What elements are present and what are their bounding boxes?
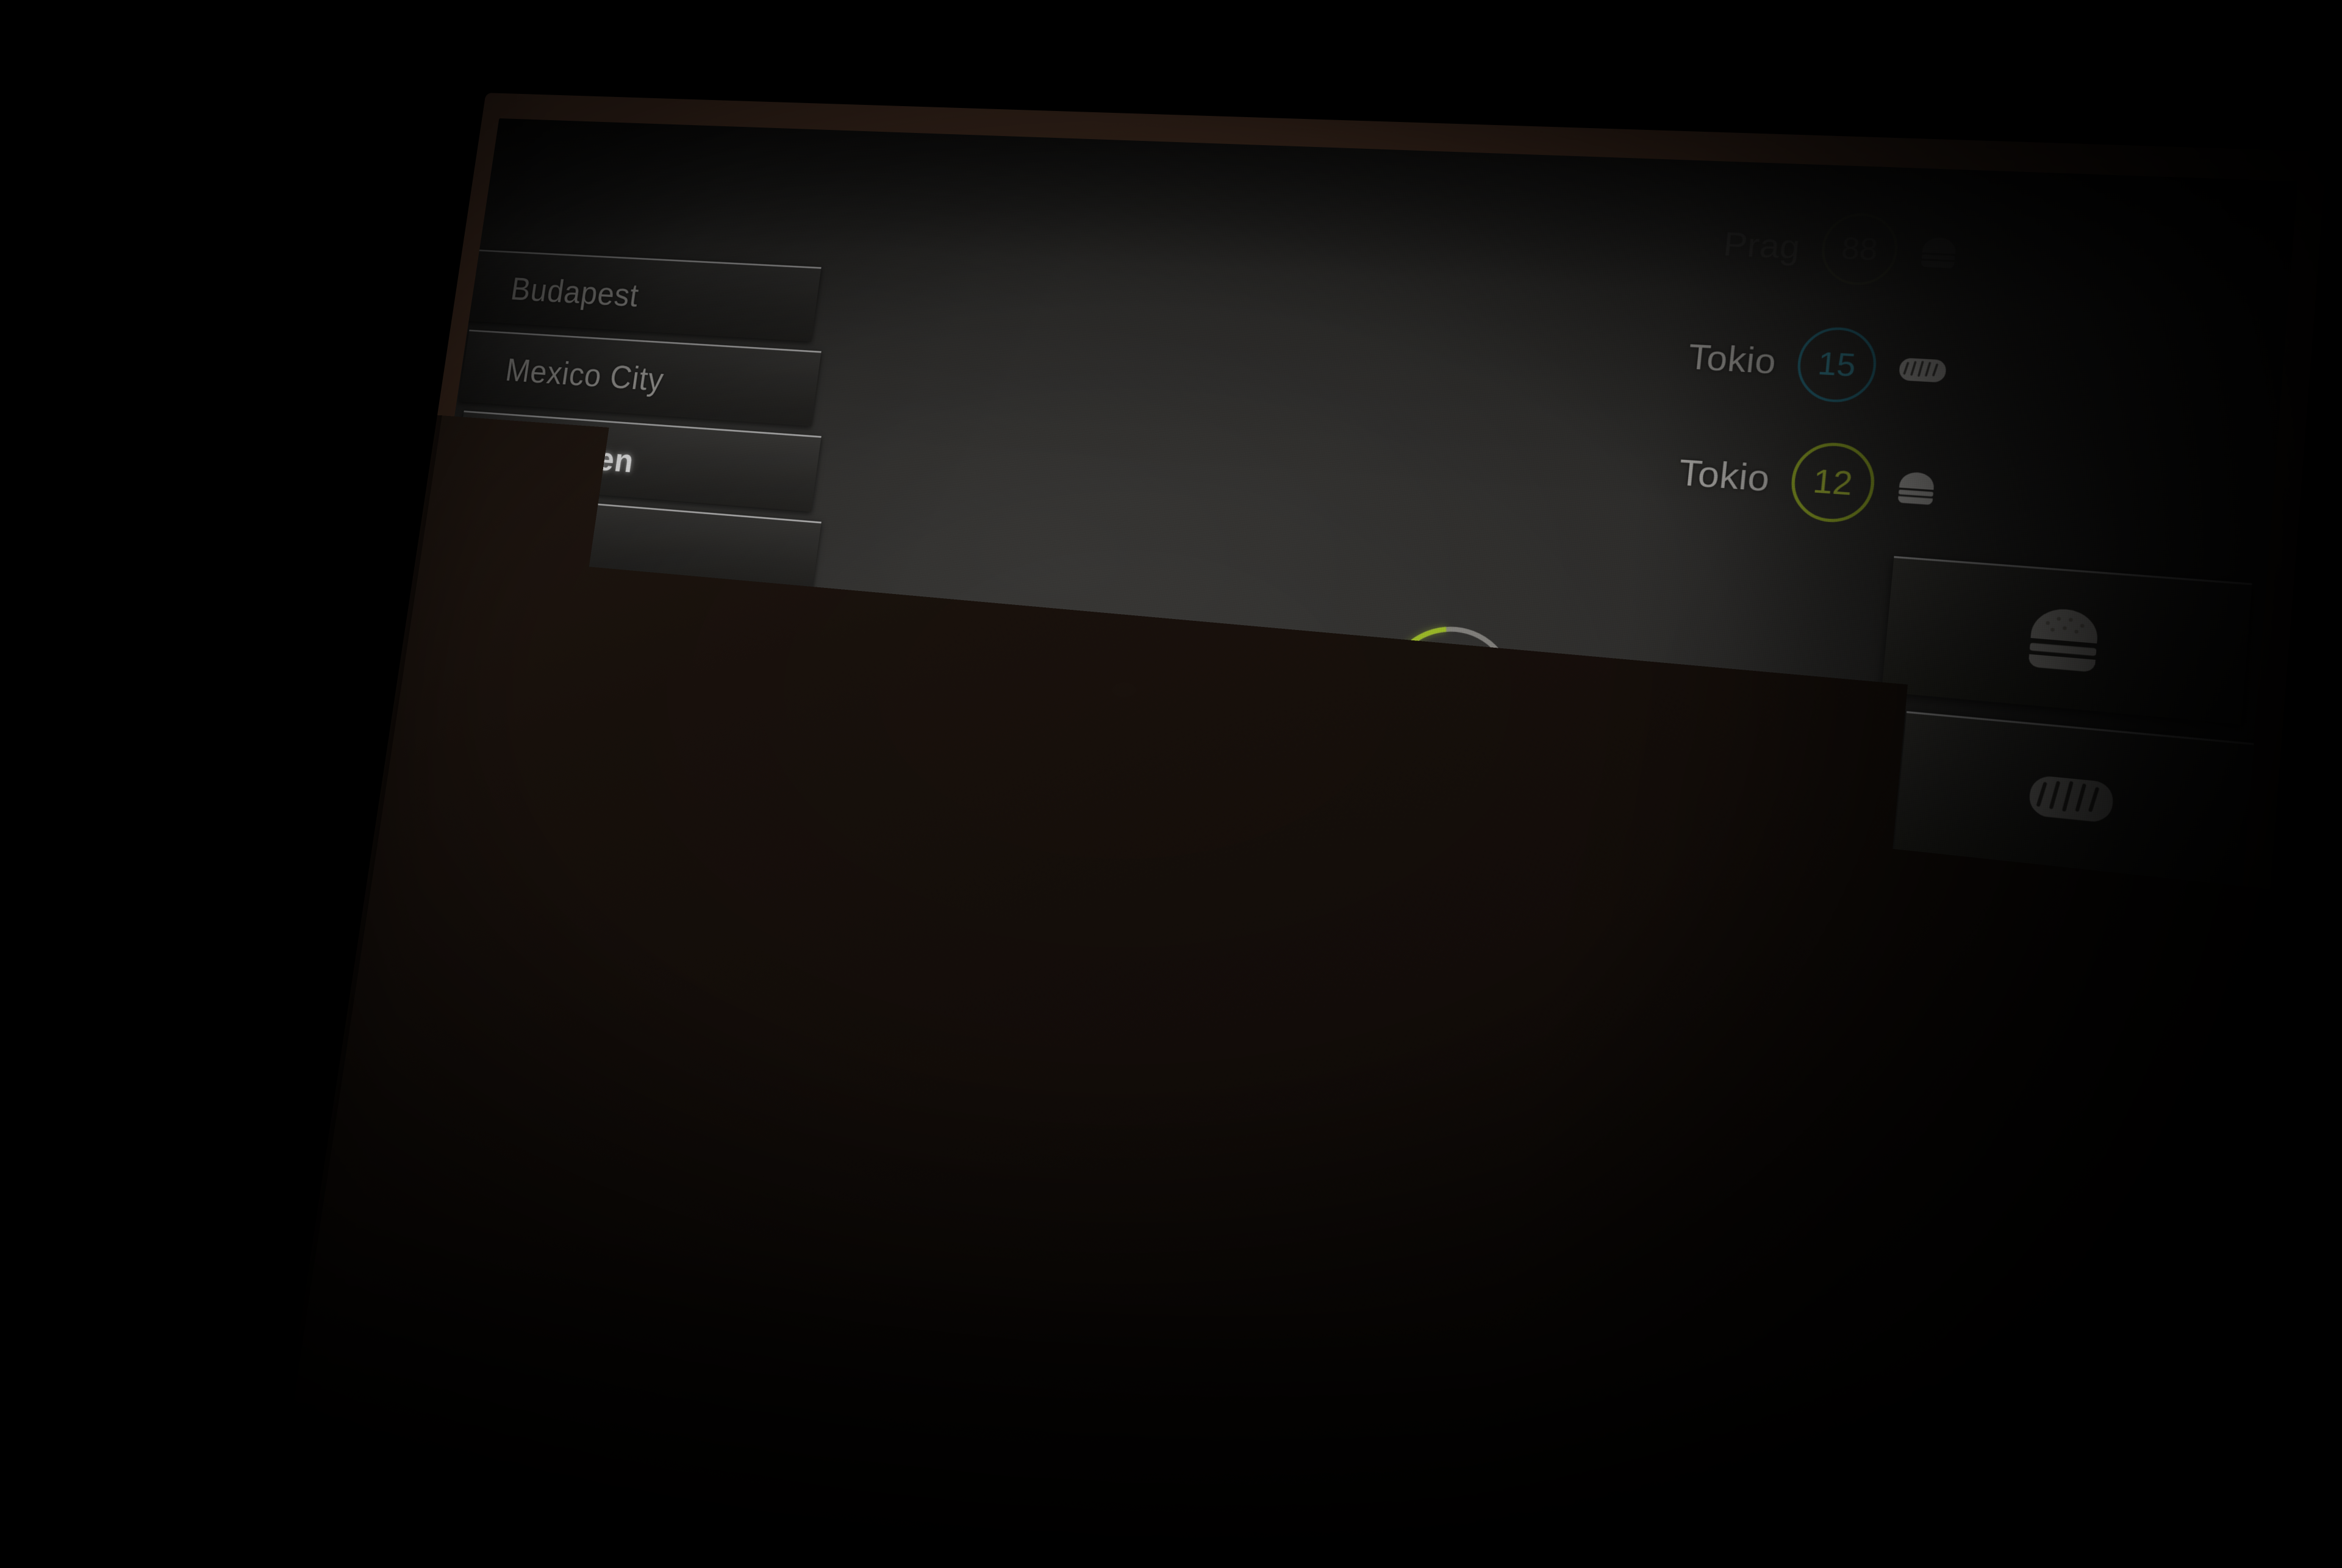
cheese-slice <box>1621 1324 1725 1425</box>
queue-row[interactable]: Tokio 12 <box>1080 388 1941 537</box>
lettuce-leaf <box>1342 1145 1511 1275</box>
sidebar-item-budapest[interactable]: Budapest <box>464 249 822 342</box>
lettuce-leaf <box>1533 1112 1739 1275</box>
photo-of-kiosk-screen: Budapest Mexico City München Nairobi New… <box>0 0 2342 1568</box>
bun-top <box>1198 1093 1755 1314</box>
lettuce-leaf <box>1619 1353 1796 1504</box>
burger-icon <box>2022 604 2105 675</box>
sidebar-item-label: München <box>498 432 637 479</box>
burger-icon <box>1918 235 1960 270</box>
tablet-perspective-wrapper: Budapest Mexico City München Nairobi New… <box>0 0 2342 1568</box>
queue-number: 88 <box>1839 231 1880 268</box>
queue-city-label: Tokio <box>1686 336 1778 382</box>
queue-number: 15 <box>1816 345 1858 384</box>
bread-icon <box>2025 767 2118 829</box>
burger-icon <box>1895 470 1938 506</box>
order-queue-list: Prag 88 Tokio 15 Tokio 12 <box>1077 174 1962 561</box>
patty-highlight <box>1267 1301 1662 1350</box>
tab-burger[interactable] <box>1881 556 2252 725</box>
queue-number-ring: 88 <box>1818 212 1901 287</box>
sidebar-item-label: Nairobi <box>492 515 595 560</box>
burger-icon <box>1541 684 1585 723</box>
sidebar-city-list[interactable]: Budapest Mexico City München Nairobi New… <box>351 249 884 1137</box>
tab-bread[interactable] <box>1894 711 2254 887</box>
sidebar-item-label: Budapest <box>508 270 642 313</box>
sidebar-item-label: Peking <box>482 681 581 729</box>
sidebar-item-mexico-city[interactable]: Mexico City <box>458 329 822 427</box>
sidebar-item-label: Prag <box>476 765 547 811</box>
sidebar-item-label: Rom <box>465 936 535 983</box>
sidebar-item-label: New York <box>487 598 622 648</box>
beef-patty <box>1228 1297 1736 1409</box>
queue-number: 12 <box>1811 462 1855 503</box>
queue-row[interactable]: Prag 88 <box>1107 174 1962 300</box>
queue-city-label: Tokio <box>1677 451 1772 499</box>
queue-number-ring: 12 <box>1788 440 1878 525</box>
queue-number-ring: 15 <box>1794 325 1880 404</box>
sidebar-item-label: Rio de Janeiro <box>471 850 679 914</box>
bun-bottom <box>1209 1334 1783 1554</box>
product-category-tabs[interactable] <box>1866 556 2281 906</box>
progress-arc <box>1358 600 1543 786</box>
lettuce-leaf <box>1206 1109 1395 1250</box>
sidebar-item-label: Mexico City <box>503 351 667 398</box>
sidebar-item-label: Tokio <box>460 1022 538 1072</box>
current-order-city: München <box>1167 639 1363 711</box>
screen: Budapest Mexico City München Nairobi New… <box>299 118 2298 1568</box>
device-bezel: Budapest Mexico City München Nairobi New… <box>279 93 2327 1568</box>
burger-drop-shadow <box>1222 1473 1753 1568</box>
bread-icon <box>1897 354 1949 385</box>
pickle-slice <box>1342 1125 1469 1246</box>
queue-city-label: Prag <box>1722 224 1802 266</box>
